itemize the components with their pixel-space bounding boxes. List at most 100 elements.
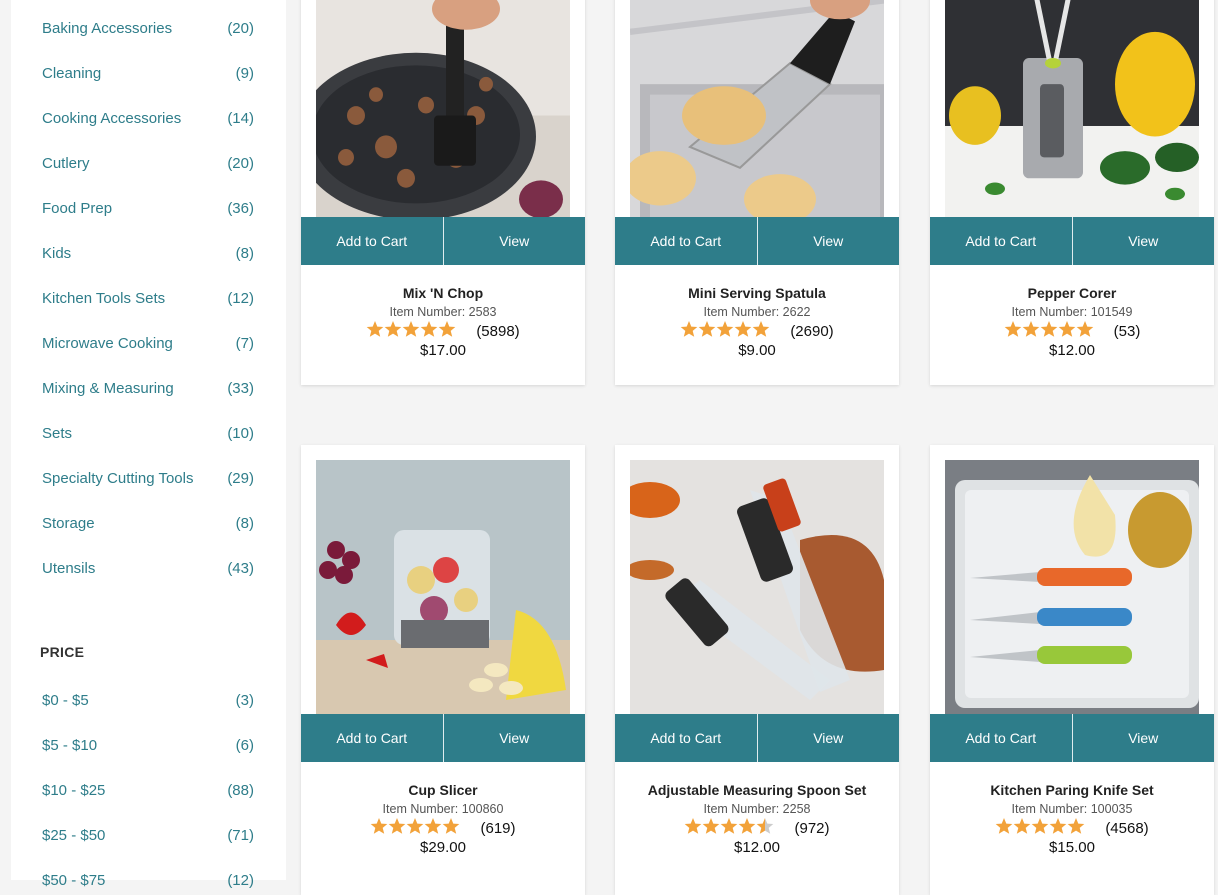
product-info: Mix 'N Chop Item Number: 2583 (5898) $17.0…	[301, 284, 585, 360]
star-icon	[756, 817, 774, 840]
product-card: Add to Cart View Mix 'N Chop Item Number: 2…	[301, 0, 585, 385]
product-image[interactable]	[945, 460, 1199, 714]
product-actions: Add to Cart View	[301, 714, 585, 762]
star-icon	[1031, 817, 1049, 840]
add-to-cart-button[interactable]: Add to Cart	[615, 714, 757, 762]
product-info: Pepper Corer Item Number: 101549 (53) $12.…	[930, 284, 1214, 360]
category-filter-item[interactable]: Cutlery (20)	[42, 151, 254, 175]
product-rating[interactable]: (2690)	[615, 320, 899, 343]
product-name[interactable]: Mini Serving Spatula	[615, 284, 899, 302]
view-button[interactable]: View	[1073, 217, 1215, 265]
product-rating[interactable]: (53)	[930, 320, 1214, 343]
product-actions: Add to Cart View	[930, 714, 1214, 762]
price-range-item[interactable]: $5 - $10 (6)	[42, 733, 254, 757]
category-label: Sets	[42, 424, 73, 442]
price-range-label: $25 - $50	[42, 826, 106, 844]
price-range-item[interactable]: $50 - $75 (12)	[42, 868, 254, 892]
category-label: Food Prep	[42, 199, 113, 217]
product-card: Add to Cart View Pepper Corer Item Number: …	[930, 0, 1214, 385]
product-image[interactable]	[630, 460, 884, 714]
category-filter-item[interactable]: Food Prep (36)	[42, 196, 254, 220]
category-filter-item[interactable]: Specialty Cutting Tools (29)	[42, 466, 254, 490]
measuring-spoons-image	[630, 460, 884, 714]
item-number: Item Number: 2258	[703, 802, 811, 816]
product-image[interactable]	[945, 0, 1199, 217]
view-button[interactable]: View	[444, 714, 586, 762]
add-to-cart-button[interactable]: Add to Cart	[301, 714, 443, 762]
star-icon	[438, 320, 456, 343]
product-name[interactable]: Adjustable Measuring Spoon Set	[615, 781, 899, 799]
view-button[interactable]: View	[758, 714, 900, 762]
item-number: Item Number: 2583	[389, 305, 497, 319]
product-actions: Add to Cart View	[930, 217, 1214, 265]
category-filter-item[interactable]: Cooking Accessories (14)	[42, 106, 254, 130]
star-icon	[995, 817, 1013, 840]
star-icon	[1022, 320, 1040, 343]
review-count: (4568)	[1105, 819, 1149, 837]
category-filter-item[interactable]: Sets (10)	[42, 421, 254, 445]
star-icon	[1013, 817, 1031, 840]
price-range-item[interactable]: $0 - $5 (3)	[42, 688, 254, 712]
star-icon	[698, 320, 716, 343]
category-count: (12)	[227, 289, 254, 307]
product-image[interactable]	[630, 0, 884, 217]
price-range-count: (71)	[227, 826, 254, 844]
price-range-item[interactable]: $10 - $25 (88)	[42, 778, 254, 802]
item-number: Item Number: 100035	[1011, 802, 1133, 816]
category-label: Mixing & Measuring	[42, 379, 174, 397]
star-icon	[366, 320, 384, 343]
star-icon	[1076, 320, 1094, 343]
product-actions: Add to Cart View	[615, 217, 899, 265]
add-to-cart-button[interactable]: Add to Cart	[301, 217, 443, 265]
button-divider	[1071, 217, 1073, 265]
category-filter-item[interactable]: Utensils (43)	[42, 556, 254, 580]
product-image[interactable]	[316, 0, 570, 217]
add-to-cart-button[interactable]: Add to Cart	[930, 714, 1072, 762]
category-label: Baking Accessories	[42, 19, 173, 37]
category-count: (20)	[227, 154, 254, 172]
review-count: (972)	[794, 819, 830, 837]
view-button[interactable]: View	[758, 217, 900, 265]
product-name[interactable]: Mix 'N Chop	[301, 284, 585, 302]
product-rating[interactable]: (972)	[615, 817, 899, 840]
view-button[interactable]: View	[1073, 714, 1215, 762]
product-price: $12.00	[1049, 342, 1095, 359]
item-number: Item Number: 101549	[1011, 305, 1133, 319]
star-icon	[702, 817, 720, 840]
product-rating[interactable]: (4568)	[930, 817, 1214, 840]
category-filter-item[interactable]: Microwave Cooking (7)	[42, 331, 254, 355]
product-rating[interactable]: (5898)	[301, 320, 585, 343]
price-range-count: (12)	[227, 871, 254, 889]
pepper-corer-image	[945, 0, 1199, 217]
star-icon	[716, 320, 734, 343]
add-to-cart-button[interactable]: Add to Cart	[930, 217, 1072, 265]
category-count: (8)	[235, 514, 254, 532]
add-to-cart-button[interactable]: Add to Cart	[615, 217, 757, 265]
category-filter-item[interactable]: Mixing & Measuring (33)	[42, 376, 254, 400]
view-button[interactable]: View	[444, 217, 586, 265]
category-filter-item[interactable]: Kids (8)	[42, 241, 254, 265]
category-filter-item[interactable]: Kitchen Tools Sets (12)	[42, 286, 254, 310]
product-name[interactable]: Pepper Corer	[930, 284, 1214, 302]
price-range-item[interactable]: $25 - $50 (71)	[42, 823, 254, 847]
category-count: (36)	[227, 199, 254, 217]
product-info: Cup Slicer Item Number: 100860 (619) $29.0…	[301, 781, 585, 857]
category-filter-item[interactable]: Storage (8)	[42, 511, 254, 535]
category-filter-item[interactable]: Cleaning (9)	[42, 61, 254, 85]
price-range-count: (6)	[235, 736, 254, 754]
category-label: Cooking Accessories	[42, 109, 182, 127]
category-count: (7)	[235, 334, 254, 352]
category-label: Specialty Cutting Tools	[42, 469, 194, 487]
star-icon	[1058, 320, 1076, 343]
product-card: Add to Cart View Adjustable Measuring Spoo…	[615, 445, 899, 895]
filter-sidebar: Baking Accessories (20) Cleaning (9) Cooking…	[11, 0, 286, 889]
category-label: Cleaning	[42, 64, 102, 82]
product-rating[interactable]: (619)	[301, 817, 585, 838]
product-name[interactable]: Kitchen Paring Knife Set	[930, 781, 1214, 799]
category-filter-item[interactable]: Baking Accessories (20)	[42, 16, 254, 40]
product-image[interactable]	[316, 460, 570, 714]
product-name[interactable]: Cup Slicer	[301, 781, 585, 799]
skillet-chopper-image	[316, 0, 570, 217]
price-range-label: $0 - $5	[42, 691, 89, 709]
category-label: Storage	[42, 514, 95, 532]
